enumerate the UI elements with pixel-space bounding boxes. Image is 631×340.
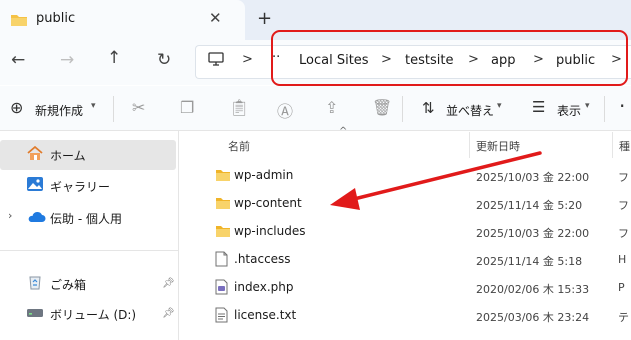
view-icon: ☰ [532,98,546,116]
chevron-right-icon[interactable]: › [8,209,12,222]
folder-icon [215,195,231,214]
pane-divider[interactable] [178,131,179,340]
sidebar-item-recycle-bin[interactable]: ごみ箱 [50,276,86,293]
delete-icon[interactable]: 🗑︎ [372,98,392,117]
new-tab-button[interactable]: + [257,8,272,29]
new-button[interactable]: 新規作成 [35,102,83,119]
tab-title: public [36,11,76,26]
file-name[interactable]: wp-admin [234,168,293,182]
php-file-icon [215,279,228,299]
highlight-box [271,30,628,86]
refresh-button[interactable]: ↻ [157,50,171,70]
file-date: 2020/02/06 木 15:33 [476,283,590,296]
toolbar-divider [402,96,403,122]
folder-icon [11,15,27,26]
file-name[interactable]: wp-content [234,196,302,210]
file-icon [215,251,228,271]
paste-icon[interactable]: 📋︎ [229,98,249,117]
share-icon[interactable]: ⇪ [325,98,338,117]
sidebar-item-gallery[interactable]: ギャラリー [50,178,110,195]
column-divider[interactable] [469,132,470,158]
drive-icon [27,309,43,317]
file-date: 2025/11/14 金 5:20 [476,199,583,212]
file-name[interactable]: index.php [234,280,293,294]
sidebar-item-label: ホーム [50,149,86,163]
forward-button[interactable]: → [60,50,74,70]
file-type: フ [618,227,629,240]
chevron-down-icon: ▾ [585,101,590,111]
breadcrumb-separator: > [242,52,253,67]
sort-ascending-icon: ^ [339,126,348,137]
toolbar-divider [113,96,114,122]
file-date: 2025/10/03 金 22:00 [476,171,590,184]
file-type: H [618,253,627,266]
sort-icon: ⇅ [422,99,435,117]
file-date: 2025/03/06 木 23:24 [476,311,590,324]
file-type: フ [618,171,629,184]
back-button[interactable]: ← [11,50,25,70]
chevron-down-icon: ▾ [497,101,502,111]
close-icon[interactable]: ✕ [209,9,222,27]
home-icon [27,145,43,160]
file-date: 2025/10/03 金 22:00 [476,227,590,240]
up-button[interactable]: ↑ [107,48,121,68]
file-name[interactable]: .htaccess [234,252,291,266]
column-header-date[interactable]: 更新日時 [476,138,520,154]
folder-icon [215,167,231,186]
recycle-bin-icon [29,276,41,290]
text-file-icon [215,307,228,327]
folder-icon [215,223,231,242]
file-type: テ [618,311,629,324]
view-button[interactable]: 表示 [557,102,581,119]
rename-icon[interactable]: Ⓐ [277,98,293,122]
plus-icon: ⊕ [10,98,24,117]
toolbar-divider [604,96,605,122]
file-date: 2025/11/14 金 5:18 [476,255,583,268]
pin-icon[interactable]: 📌︎ [162,308,175,319]
chevron-down-icon: ▾ [91,101,96,111]
column-divider[interactable] [612,132,613,158]
file-name[interactable]: wp-includes [234,224,306,238]
column-header-name[interactable]: 名前 [228,138,250,154]
copy-icon[interactable]: ❐ [180,98,194,117]
sidebar-divider [0,250,178,251]
more-options-button[interactable]: · [619,94,625,118]
file-type: フ [618,199,629,212]
pin-icon[interactable]: 📌︎ [162,278,175,289]
monitor-icon [208,52,224,66]
column-header-type[interactable]: 種 [619,138,630,154]
gallery-icon [27,177,43,191]
sidebar-item-drive-d[interactable]: ボリューム (D:) [50,306,136,323]
file-type: P [618,281,625,294]
sidebar-item-onedrive[interactable]: 伝助 - 個人用 [50,210,122,227]
cut-icon[interactable]: ✂ [132,98,145,117]
sort-button[interactable]: 並べ替え [446,102,494,119]
file-name[interactable]: license.txt [234,308,296,322]
cloud-icon [28,211,46,222]
